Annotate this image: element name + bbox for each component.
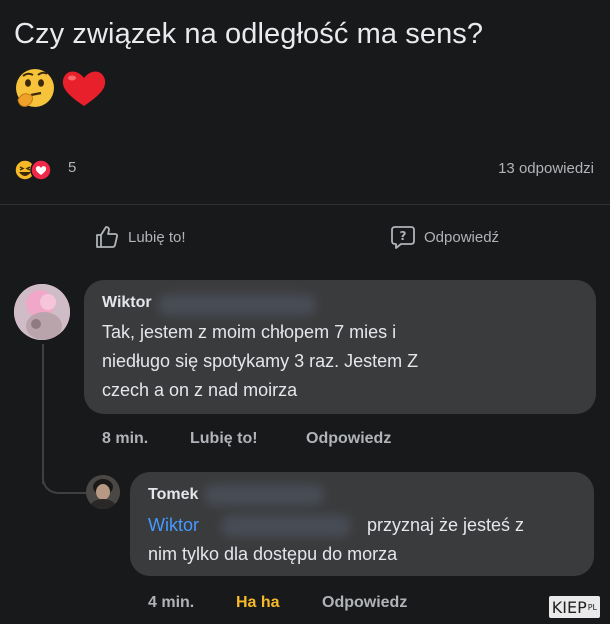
reply-text: Wiktor przyznaj że jesteś z nim tylko dl… — [148, 511, 524, 569]
redacted-mention — [221, 515, 351, 537]
comment-time[interactable]: 8 min. — [102, 430, 148, 448]
question-bubble-icon: ? — [391, 226, 415, 249]
reaction-summary[interactable] — [14, 158, 66, 182]
site-watermark: KIEP PL — [548, 596, 600, 618]
comment-like-link[interactable]: Lubię to! — [190, 430, 258, 448]
comment-author[interactable]: Wiktor — [102, 294, 152, 312]
redacted-surname — [158, 294, 316, 316]
reaction-count[interactable]: 5 — [68, 159, 76, 176]
reply-label: Odpowiedź — [424, 228, 500, 246]
reply-reply-link[interactable]: Odpowiedz — [322, 594, 407, 612]
avatar[interactable] — [86, 475, 120, 509]
post-question: Czy związek na odległość ma sens? — [14, 18, 484, 50]
reply-time[interactable]: 4 min. — [148, 594, 194, 612]
reply-author[interactable]: Tomek — [148, 486, 198, 504]
divider — [0, 204, 610, 205]
replies-count[interactable]: 13 odpowiedzi — [498, 160, 594, 177]
heart-emoji — [62, 71, 106, 106]
avatar[interactable] — [14, 284, 70, 340]
love-reaction-icon — [30, 159, 52, 181]
svg-text:?: ? — [400, 229, 407, 243]
redacted-surname — [204, 484, 324, 506]
comment-reply-link[interactable]: Odpowiedz — [306, 430, 391, 448]
mention-link[interactable]: Wiktor — [148, 511, 199, 540]
thinking-face-emoji — [16, 69, 54, 107]
question-emojis — [14, 66, 124, 110]
thread-connector — [42, 470, 88, 494]
comment-text: Tak, jestem z moim chłopem 7 mies i nied… — [102, 322, 419, 400]
thumbs-up-icon — [96, 226, 118, 248]
like-button[interactable]: Lubię to! — [94, 224, 186, 250]
like-label: Lubię to! — [128, 228, 186, 246]
haha-reaction-label[interactable]: Ha ha — [236, 594, 280, 612]
reply-button[interactable]: ? Odpowiedź — [390, 224, 499, 250]
thread-line — [42, 344, 44, 484]
